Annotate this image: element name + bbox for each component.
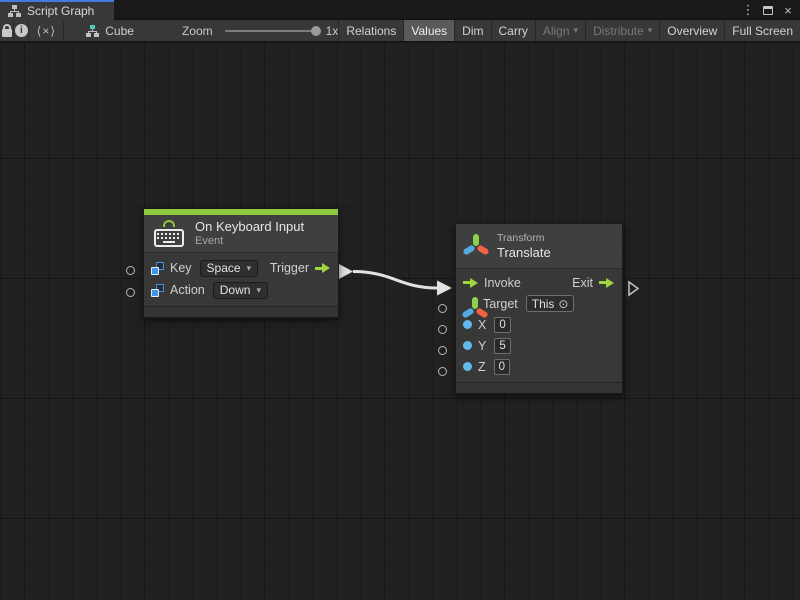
port-row-key: Key Space ▾ Trigger <box>144 257 338 279</box>
key-input-port[interactable] <box>126 266 135 275</box>
chevron-down-icon: ▾ <box>648 25 653 36</box>
code-icon: ⟨×⟩ <box>37 24 56 38</box>
y-value-input[interactable]: 5 <box>494 338 510 354</box>
graph-toolbar: i ⟨×⟩ Cube Zoom 1x Relations Values Dim … <box>0 20 800 42</box>
key-dropdown[interactable]: Space ▾ <box>200 260 259 277</box>
full-screen-button[interactable]: Full Screen <box>724 20 800 41</box>
node-footer <box>456 382 622 393</box>
overview-button[interactable]: Overview <box>659 20 724 41</box>
info-icon: i <box>15 24 28 37</box>
zoom-control: Zoom 1x <box>182 20 338 41</box>
z-value-input[interactable]: 0 <box>494 359 510 375</box>
transform-icon <box>464 234 488 258</box>
graph-canvas[interactable]: On Keyboard Input Event Key Space ▾ Trig… <box>0 43 800 600</box>
chevron-down-icon: ▾ <box>574 25 579 36</box>
node-translate[interactable]: Transform Translate Invoke Exit Target T… <box>455 223 623 394</box>
relations-button[interactable]: Relations <box>338 20 403 41</box>
exit-output-port[interactable] <box>627 280 640 297</box>
node-on-keyboard-input[interactable]: On Keyboard Input Event Key Space ▾ Trig… <box>143 208 339 318</box>
align-button[interactable]: Align▾ <box>535 20 585 41</box>
trigger-label: Trigger <box>270 261 309 275</box>
distribute-button[interactable]: Distribute▾ <box>585 20 659 41</box>
value-port-dot <box>463 341 472 350</box>
target-input-port[interactable] <box>438 304 447 313</box>
x-value-input[interactable]: 0 <box>494 317 510 333</box>
window-controls: ⋮ × <box>740 0 796 20</box>
code-view-button[interactable]: ⟨×⟩ <box>29 20 64 41</box>
zoom-slider-handle[interactable] <box>311 26 321 36</box>
chevron-down-icon: ▾ <box>256 285 261 296</box>
tab-title: Script Graph <box>27 4 94 18</box>
node-body: Key Space ▾ Trigger Action Down ▾ <box>144 252 338 306</box>
node-header: Transform Translate <box>456 224 622 268</box>
info-button[interactable]: i <box>14 20 29 41</box>
lock-button[interactable] <box>0 20 14 41</box>
port-row-target: Target This ⊙ <box>456 293 622 314</box>
literal-icon <box>151 284 164 297</box>
menu-icon[interactable]: ⋮ <box>740 2 756 18</box>
tab-bar: Script Graph ⋮ × <box>0 0 800 20</box>
context-object-label: Cube <box>105 24 134 38</box>
view-buttons: Relations Values Dim Carry Align▾ Distri… <box>338 20 800 41</box>
y-input-port[interactable] <box>438 346 447 355</box>
close-icon[interactable]: × <box>780 2 796 18</box>
node-title: On Keyboard Input <box>195 219 304 234</box>
value-port-dot <box>463 362 472 371</box>
chevron-down-icon: ▾ <box>247 263 252 274</box>
value-port-dot <box>463 320 472 329</box>
port-row-invoke-exit: Invoke Exit <box>456 272 622 293</box>
port-row-x: X 0 <box>456 314 622 335</box>
zoom-slider[interactable] <box>225 30 317 32</box>
z-input-port[interactable] <box>438 367 447 376</box>
port-row-z: Z 0 <box>456 356 622 377</box>
graph-asset-icon <box>86 25 99 37</box>
action-input-port[interactable] <box>126 288 135 297</box>
flow-arrow-icon <box>599 278 614 288</box>
literal-icon <box>151 262 164 275</box>
node-subtitle: Event <box>195 235 304 247</box>
node-body: Invoke Exit Target This ⊙ X 0 <box>456 268 622 382</box>
tab-script-graph[interactable]: Script Graph <box>0 0 114 20</box>
node-header: On Keyboard Input Event <box>144 215 338 252</box>
node-title: Translate <box>497 245 551 260</box>
node-footer <box>144 306 338 317</box>
zoom-label: Zoom <box>182 24 213 38</box>
x-input-port[interactable] <box>438 325 447 334</box>
keyboard-icon <box>152 220 186 247</box>
port-row-action: Action Down ▾ <box>144 279 338 301</box>
action-dropdown[interactable]: Down ▾ <box>213 282 268 299</box>
maximize-icon[interactable] <box>760 2 776 18</box>
port-row-y: Y 5 <box>456 335 622 356</box>
script-graph-window: Script Graph ⋮ × i ⟨×⟩ Cube Zoom <box>0 0 800 600</box>
carry-button[interactable]: Carry <box>491 20 535 41</box>
lock-icon <box>1 24 13 37</box>
transform-icon <box>463 297 477 311</box>
values-button[interactable]: Values <box>403 20 454 41</box>
dim-button[interactable]: Dim <box>454 20 490 41</box>
object-picker-icon: ⊙ <box>558 297 568 311</box>
connection-wire <box>0 43 800 600</box>
graph-context[interactable]: Cube <box>86 20 134 41</box>
script-graph-icon <box>8 5 21 17</box>
flow-arrow-icon <box>315 263 330 273</box>
zoom-value: 1x <box>326 24 339 38</box>
flow-arrow-icon <box>463 278 478 288</box>
target-object-field[interactable]: This ⊙ <box>526 295 575 312</box>
node-category: Transform <box>497 232 551 244</box>
